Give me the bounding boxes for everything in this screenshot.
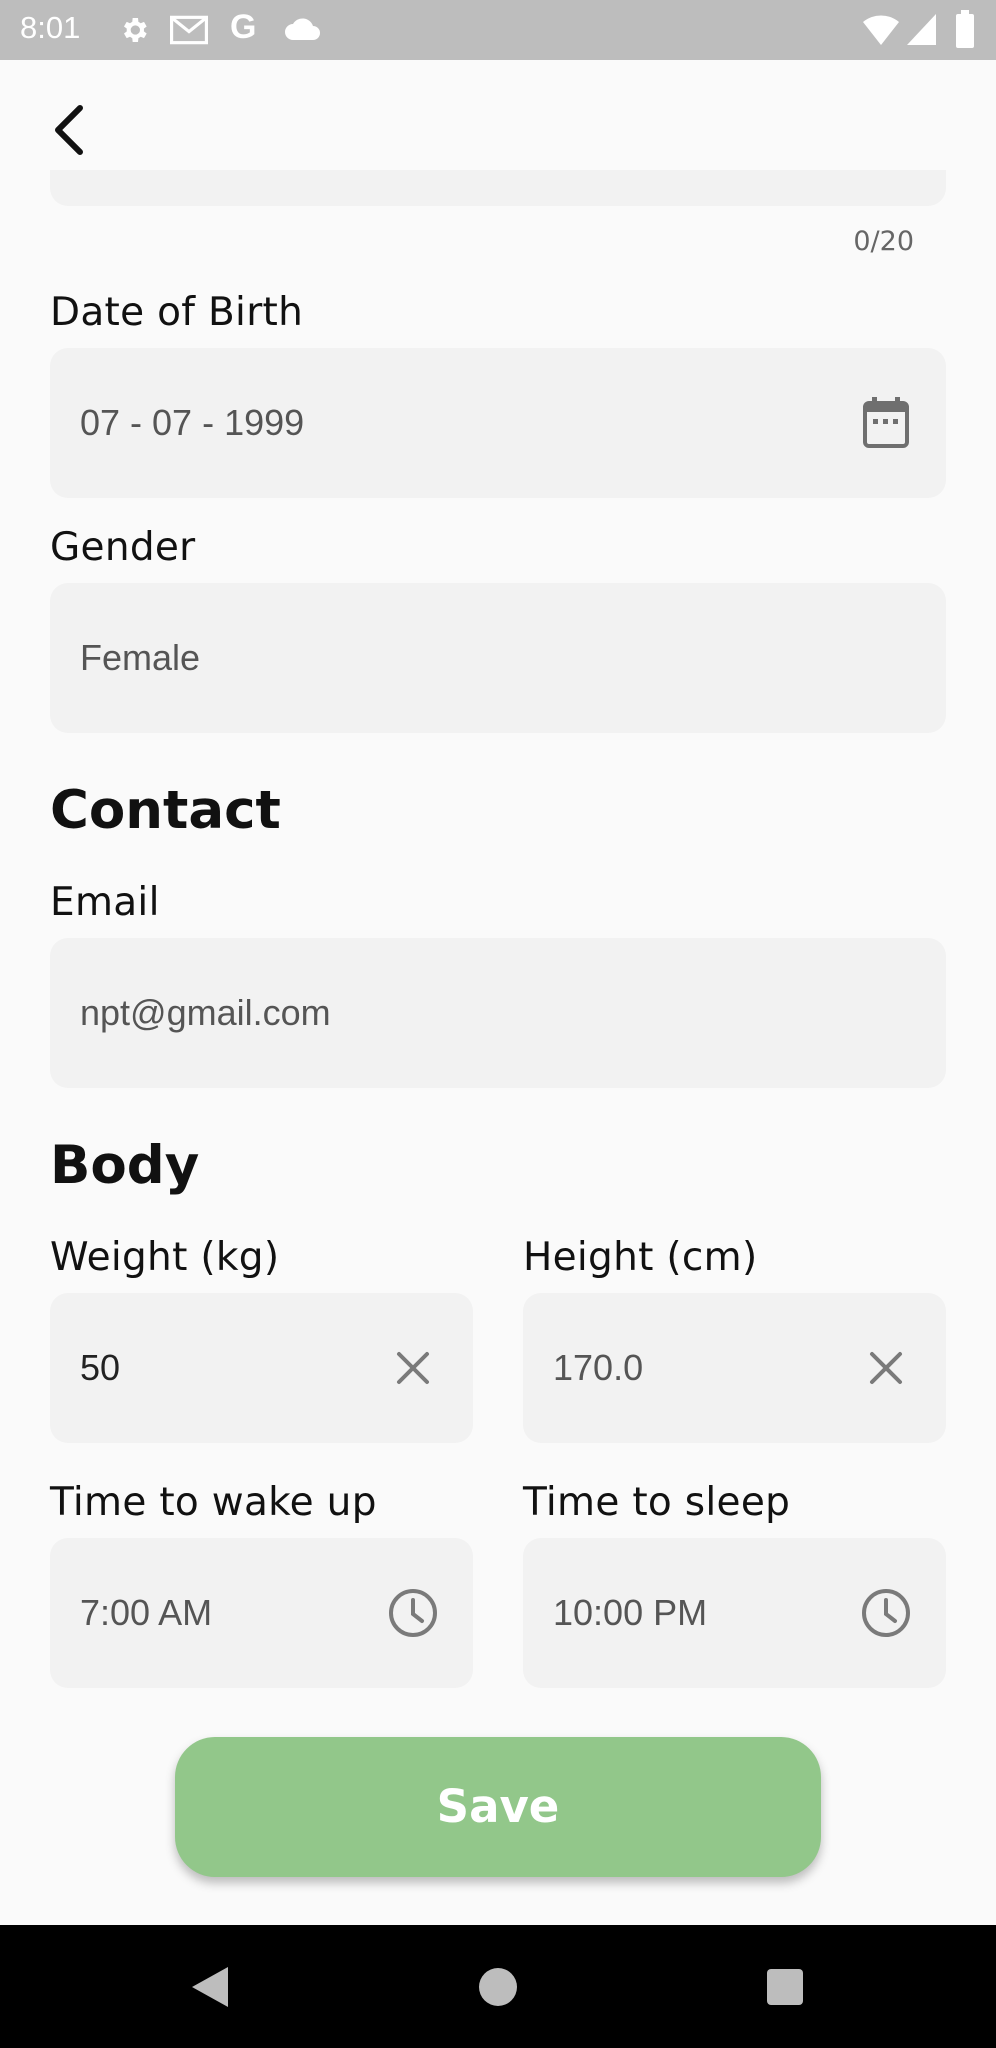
save-button[interactable]: Save — [175, 1737, 821, 1877]
sleep-time-label: Time to sleep — [523, 1480, 791, 1525]
battery-icon — [956, 10, 974, 48]
height-value: 170.0 — [553, 1347, 644, 1388]
email-value: npt@gmail.com — [80, 992, 331, 1033]
signal-icon — [907, 14, 936, 45]
wake-time-value: 7:00 AM — [80, 1592, 213, 1633]
sleep-time-value: 10:00 PM — [553, 1592, 708, 1633]
settings-icon — [124, 18, 147, 42]
name-field[interactable] — [50, 170, 946, 206]
name-char-counter: 0/20 — [853, 226, 914, 257]
clock-icon[interactable] — [860, 1587, 912, 1639]
navigation-bar — [0, 1925, 996, 2048]
weight-field[interactable]: 50 — [50, 1293, 473, 1443]
cloud-icon — [285, 18, 320, 40]
clear-icon[interactable] — [868, 1350, 904, 1386]
wifi-icon — [863, 15, 899, 45]
weight-label: Weight (kg) — [50, 1235, 280, 1280]
dob-value: 07 - 07 - 1999 — [80, 402, 305, 443]
status-bar: 8:01 G — [0, 0, 996, 60]
sleep-time-field[interactable]: 10:00 PM — [523, 1538, 946, 1688]
gmail-icon — [170, 15, 208, 45]
height-field[interactable]: 170.0 — [523, 1293, 946, 1443]
dob-field[interactable]: 07 - 07 - 1999 — [50, 348, 946, 498]
email-field[interactable]: npt@gmail.com — [50, 938, 946, 1088]
weight-value: 50 — [80, 1347, 121, 1388]
clear-icon[interactable] — [395, 1350, 431, 1386]
back-triangle-icon[interactable] — [190, 1965, 230, 2009]
height-label: Height (cm) — [523, 1235, 758, 1280]
gender-field[interactable]: Female — [50, 583, 946, 733]
contact-section-title: Contact — [50, 780, 281, 841]
calendar-icon[interactable] — [862, 397, 910, 449]
gender-label: Gender — [50, 525, 196, 570]
back-button[interactable] — [48, 100, 92, 160]
gender-value: Female — [80, 637, 201, 678]
wake-time-field[interactable]: 7:00 AM — [50, 1538, 473, 1688]
wake-time-label: Time to wake up — [50, 1480, 377, 1525]
status-time: 8:01 — [20, 10, 81, 45]
clock-icon[interactable] — [387, 1587, 439, 1639]
recents-square-icon[interactable] — [766, 1968, 804, 2006]
dob-label: Date of Birth — [50, 290, 304, 335]
email-label: Email — [50, 880, 160, 925]
body-section-title: Body — [50, 1135, 200, 1196]
google-icon: G — [230, 8, 257, 46]
home-circle-icon[interactable] — [478, 1967, 518, 2007]
